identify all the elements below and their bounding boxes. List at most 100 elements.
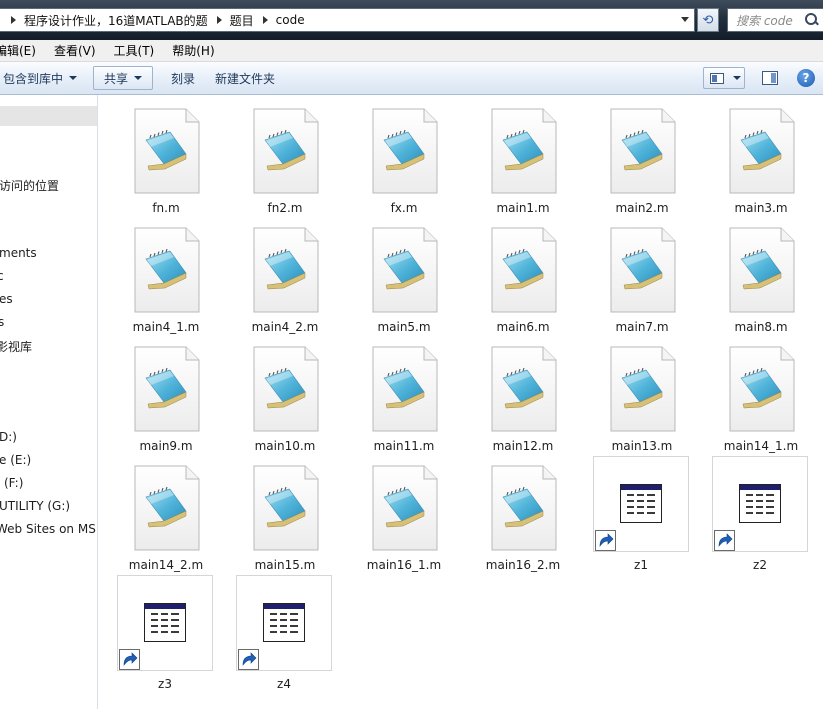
nav-item-pictures[interactable]: es <box>0 292 13 306</box>
nav-item-recent-places[interactable]: 访问的位置 <box>0 177 59 194</box>
notepad-document-icon <box>729 108 795 194</box>
file-name-label: main2.m <box>615 201 669 215</box>
help-icon[interactable]: ? <box>797 69 815 87</box>
notepad-document-icon <box>253 346 319 432</box>
burn-button[interactable]: 刻录 <box>161 66 205 90</box>
spreadsheet-window-icon <box>263 603 305 642</box>
notepad-document-icon <box>134 108 200 194</box>
file-name-label: main15.m <box>254 558 316 572</box>
file-name-label: main12.m <box>492 439 554 453</box>
file-name-label: main4_2.m <box>251 320 319 334</box>
file-name-label: main13.m <box>611 439 673 453</box>
file-name-label: main4_1.m <box>132 320 200 334</box>
breadcrumb: 程序设计作业，16道MATLAB的题 题目 code <box>2 12 305 29</box>
include-in-library-button[interactable]: 包含到库中 <box>0 66 87 90</box>
notepad-document-icon <box>134 465 200 551</box>
notepad-document-icon <box>372 346 438 432</box>
notepad-document-icon <box>610 227 676 313</box>
file-name-label: fx.m <box>390 201 418 215</box>
menu-help[interactable]: 帮助(H) <box>163 42 223 59</box>
change-view-button[interactable] <box>703 67 745 89</box>
spreadsheet-window-icon <box>144 603 186 642</box>
nav-selected-item[interactable] <box>0 106 97 126</box>
nav-item-videos[interactable]: s <box>0 315 4 329</box>
shortcut-arrow-icon <box>119 649 140 670</box>
new-folder-button[interactable]: 新建文件夹 <box>205 66 285 90</box>
file-name-label: fn.m <box>152 201 180 215</box>
nav-item-drive-d[interactable]: D:) <box>0 430 17 444</box>
nav-item-video-library[interactable]: 影视库 <box>0 338 32 355</box>
breadcrumb-item[interactable]: 题目 <box>230 12 254 29</box>
menu-view[interactable]: 查看(V) <box>45 42 105 59</box>
chevron-down-icon[interactable] <box>733 76 741 80</box>
file-name-label: fn2.m <box>267 201 303 215</box>
file-name-label: z2 <box>753 558 767 572</box>
nav-item-music[interactable]: c <box>0 269 4 283</box>
notepad-document-icon <box>729 346 795 432</box>
file-name-label: z1 <box>634 558 648 572</box>
notepad-document-icon <box>134 227 200 313</box>
file-list: fn.m fn2.m fx.m main1.m main2.m main3.m … <box>99 95 823 709</box>
nav-item-msn-web-sites[interactable]: Web Sites on MSN <box>0 522 97 536</box>
shortcut-arrow-icon <box>714 530 735 551</box>
search-icon[interactable] <box>805 13 819 27</box>
notepad-document-icon <box>729 227 795 313</box>
thumbnail-frame <box>236 575 332 671</box>
breadcrumb-item[interactable]: code <box>276 13 305 27</box>
file-name-label: main7.m <box>615 320 669 334</box>
chevron-down-icon <box>134 76 143 80</box>
share-button[interactable]: 共享 <box>93 66 154 90</box>
nav-item-drive-e[interactable]: e (E:) <box>0 453 31 467</box>
command-bar: 包含到库中 共享 刻录 新建文件夹 ? <box>0 62 823 95</box>
file-name-label: main8.m <box>734 320 788 334</box>
breadcrumb-separator-icon[interactable] <box>11 16 16 24</box>
spreadsheet-window-icon <box>620 484 662 523</box>
thumbnail-frame <box>593 456 689 552</box>
notepad-document-icon <box>491 108 557 194</box>
menu-edit[interactable]: 编辑(E) <box>0 42 45 59</box>
breadcrumb-separator-icon[interactable] <box>262 16 268 24</box>
thumbnail-frame <box>117 575 213 671</box>
shortcut-arrow-icon <box>238 649 259 670</box>
preview-pane-icon[interactable] <box>762 71 778 85</box>
nav-item-documents[interactable]: ments <box>0 246 37 260</box>
nav-item-drive-g[interactable]: UTILITY (G:) <box>0 499 70 513</box>
address-bar: 程序设计作业，16道MATLAB的题 题目 code ⟲ 搜索 code <box>0 0 823 40</box>
notepad-document-icon <box>610 108 676 194</box>
file-name-label: main5.m <box>377 320 431 334</box>
menu-bar: 编辑(E) 查看(V) 工具(T) 帮助(H) <box>0 40 823 62</box>
share-label: 共享 <box>104 71 129 86</box>
file-name-label: main14_2.m <box>128 558 204 572</box>
file-name-label: main11.m <box>373 439 435 453</box>
view-options-icon <box>710 72 724 84</box>
notepad-document-icon <box>372 108 438 194</box>
notepad-document-icon <box>610 346 676 432</box>
file-name-label: z4 <box>277 677 291 691</box>
include-in-library-label: 包含到库中 <box>3 71 64 86</box>
chevron-down-icon <box>69 76 78 80</box>
nav-item-drive-f[interactable]: (F:) <box>4 476 23 490</box>
navigation-pane: 访问的位置 ments c es s 影视库 D:) e (E:) (F:) U… <box>0 95 98 709</box>
file-name-label: main10.m <box>254 439 316 453</box>
breadcrumb-item[interactable]: 程序设计作业，16道MATLAB的题 <box>24 12 208 29</box>
notepad-document-icon <box>491 346 557 432</box>
refresh-button[interactable]: ⟲ <box>697 8 719 32</box>
address-field[interactable]: 程序设计作业，16道MATLAB的题 题目 code <box>0 8 695 32</box>
notepad-document-icon <box>253 227 319 313</box>
spreadsheet-window-icon <box>739 484 781 523</box>
notepad-document-icon <box>491 227 557 313</box>
thumbnail-frame <box>712 456 808 552</box>
file-name-label: z3 <box>158 677 172 691</box>
notepad-document-icon <box>372 227 438 313</box>
refresh-icon: ⟲ <box>702 12 714 28</box>
file-name-label: main1.m <box>496 201 550 215</box>
shortcut-arrow-icon <box>595 530 616 551</box>
file-name-label: main6.m <box>496 320 550 334</box>
notepad-document-icon <box>134 346 200 432</box>
file-name-label: main16_1.m <box>366 558 442 572</box>
address-history-dropdown-icon[interactable] <box>681 17 689 22</box>
notepad-document-icon <box>372 465 438 551</box>
breadcrumb-separator-icon[interactable] <box>216 16 222 24</box>
menu-tools[interactable]: 工具(T) <box>105 42 164 59</box>
search-input[interactable]: 搜索 code <box>727 8 823 32</box>
